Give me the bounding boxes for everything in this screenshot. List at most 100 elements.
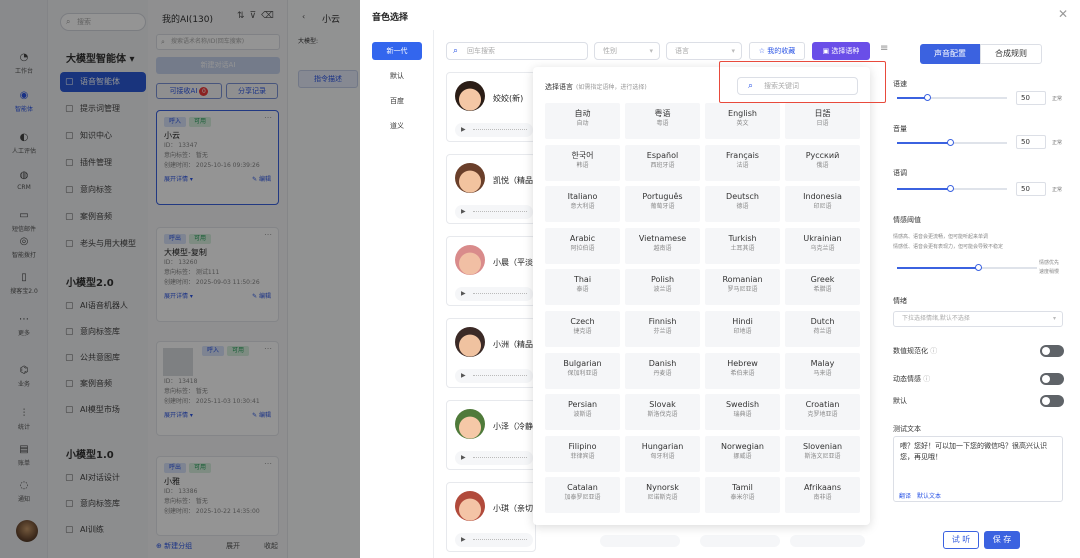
language-option[interactable]: 한국어 韩语 [545,144,620,181]
play-icon[interactable]: ▶ [461,454,466,461]
voice-name: 小晨（平淡 [493,258,533,267]
language-option[interactable]: Português 葡萄牙语 [625,186,700,223]
language-option[interactable]: Persian 波斯语 [545,394,620,431]
voice-card[interactable]: 小洲（精品 ▶ [446,318,536,388]
language-option[interactable]: Slovenian 斯洛文尼亚语 [785,435,860,472]
language-option[interactable]: Slovak 斯洛伐克语 [625,394,700,431]
category-baidu[interactable]: 百度 [372,96,422,106]
language-option[interactable]: Hindi 印地语 [705,311,780,347]
select-language-button[interactable]: ▣ 选择语种 [812,42,870,60]
language-option[interactable]: 粤语 粤语 [625,103,700,139]
pitch-input[interactable]: 50 [1016,182,1046,196]
waveform [473,211,527,213]
play-icon[interactable]: ▶ [461,126,466,133]
dynamic-emotion-toggle[interactable] [1040,373,1064,385]
audio-player[interactable]: ▶ [455,205,533,219]
player-strip[interactable] [790,535,865,547]
language-option[interactable]: 自动 自动 [545,103,620,139]
player-strip[interactable] [600,535,680,547]
voice-search-input[interactable]: ⌕ 回车搜索 [446,42,588,60]
category-default[interactable]: 默认 [372,71,422,81]
tab-synthesis-rules[interactable]: 合成规则 [980,44,1042,64]
play-icon[interactable]: ▶ [461,536,466,543]
play-icon[interactable]: ▶ [461,372,466,379]
emotion-threshold-slider[interactable] [897,264,1037,271]
language-option[interactable]: Indonesia 印尼语 [785,186,860,223]
volume-input[interactable]: 50 [1016,135,1046,149]
language-option[interactable]: Finnish 芬兰语 [625,311,700,347]
default-toggle[interactable] [1040,395,1064,407]
language-option[interactable]: Español 西班牙语 [625,144,700,181]
waveform [473,375,527,377]
language-option[interactable]: Czech 捷克语 [545,311,620,347]
language-option[interactable]: English 英文 [705,103,780,139]
info-icon[interactable]: ⓘ [930,347,937,355]
language-option[interactable]: Hebrew 希伯来语 [705,352,780,389]
voice-card[interactable]: 凯悦（精品 ▶ [446,154,536,224]
audio-player[interactable]: ▶ [455,369,533,383]
language-option[interactable]: Thai 泰语 [545,269,620,306]
waveform [473,129,527,131]
speed-input[interactable]: 50 [1016,91,1046,105]
voice-name: 小洲（精品 [493,340,533,349]
language-option[interactable]: Nynorsk 尼诺斯克语 [625,477,700,514]
play-icon[interactable]: ▶ [461,208,466,215]
language-option[interactable]: Croatian 克罗地亚语 [785,394,860,431]
menu-icon[interactable]: ≡ [880,43,888,54]
pitch-slider[interactable] [897,185,1007,192]
gender-select[interactable]: 性别 ▾ [594,42,660,60]
language-option[interactable]: Italiano 意大利语 [545,186,620,223]
speed-slider[interactable] [897,94,1007,101]
translate-link[interactable]: 翻译 [899,491,911,500]
audio-player[interactable]: ▶ [455,123,533,137]
normalize-toggle[interactable] [1040,345,1064,357]
audio-player[interactable]: ▶ [455,533,533,547]
language-option[interactable]: Русский 俄语 [785,144,860,181]
info-icon[interactable]: ⓘ [923,375,930,383]
language-option[interactable]: Tamil 泰米尔语 [705,477,780,514]
language-option[interactable]: Arabic 阿拉伯语 [545,227,620,264]
voice-card[interactable]: 姣姣(新) ▶ [446,72,536,142]
language-option[interactable]: Afrikaans 南非语 [785,477,860,514]
language-option[interactable]: Danish 丹麦语 [625,352,700,389]
audio-player[interactable]: ▶ [455,287,533,301]
volume-slider[interactable] [897,139,1007,146]
language-option[interactable]: Deutsch 德语 [705,186,780,223]
play-icon[interactable]: ▶ [461,290,466,297]
audio-player[interactable]: ▶ [455,451,533,465]
language-option[interactable]: Romanian 罗马尼亚语 [705,269,780,306]
save-button[interactable]: 保 存 [984,531,1020,549]
close-icon[interactable]: ✕ [1058,7,1068,21]
voice-card[interactable]: 小晨（平淡 ▶ [446,236,536,306]
preview-button[interactable]: 试 听 [943,531,979,549]
default-text-link[interactable]: 默认文本 [917,491,941,500]
tab-voice-config[interactable]: 声音配置 [920,44,980,64]
language-option[interactable]: Hungarian 匈牙利语 [625,435,700,472]
language-select[interactable]: 语言 ▾ [666,42,742,60]
language-option[interactable]: Ukrainian 乌克兰语 [785,227,860,264]
language-option[interactable]: Turkish 土耳其语 [705,227,780,264]
voice-card[interactable]: 小泽（冷静 ▶ [446,400,536,470]
language-option[interactable]: Polish 波兰语 [625,269,700,306]
language-panel-title: 选择语言 (如需指定语种，进行选择) [545,83,647,91]
language-option[interactable]: Catalan 加泰罗尼亚语 [545,477,620,514]
emotion-select[interactable]: 下拉选择情绪,默认不选择 ▾ [893,311,1063,327]
language-option[interactable]: Bulgarian 保加利亚语 [545,352,620,389]
waveform [473,457,527,459]
modal-title: 音色选择 [372,13,409,23]
voice-avatar [455,81,485,111]
my-favorites-button[interactable]: ☆ 我的收藏 [749,42,805,60]
language-option[interactable]: Malay 马来语 [785,352,860,389]
category-new-gen[interactable]: 新一代 [372,42,422,60]
language-option[interactable]: 日語 日语 [785,103,860,139]
language-option[interactable]: Greek 希腊语 [785,269,860,306]
language-option[interactable]: Norwegian 挪威语 [705,435,780,472]
language-option[interactable]: Vietnamese 越南语 [625,227,700,264]
player-strip[interactable] [700,535,780,547]
language-option[interactable]: Filipino 菲律宾语 [545,435,620,472]
category-daoyi[interactable]: 道义 [372,121,422,131]
language-option[interactable]: Français 法语 [705,144,780,181]
language-option[interactable]: Swedish 瑞典语 [705,394,780,431]
language-option[interactable]: Dutch 荷兰语 [785,311,860,347]
voice-card[interactable]: 小琪（亲切 ▶ [446,482,536,552]
